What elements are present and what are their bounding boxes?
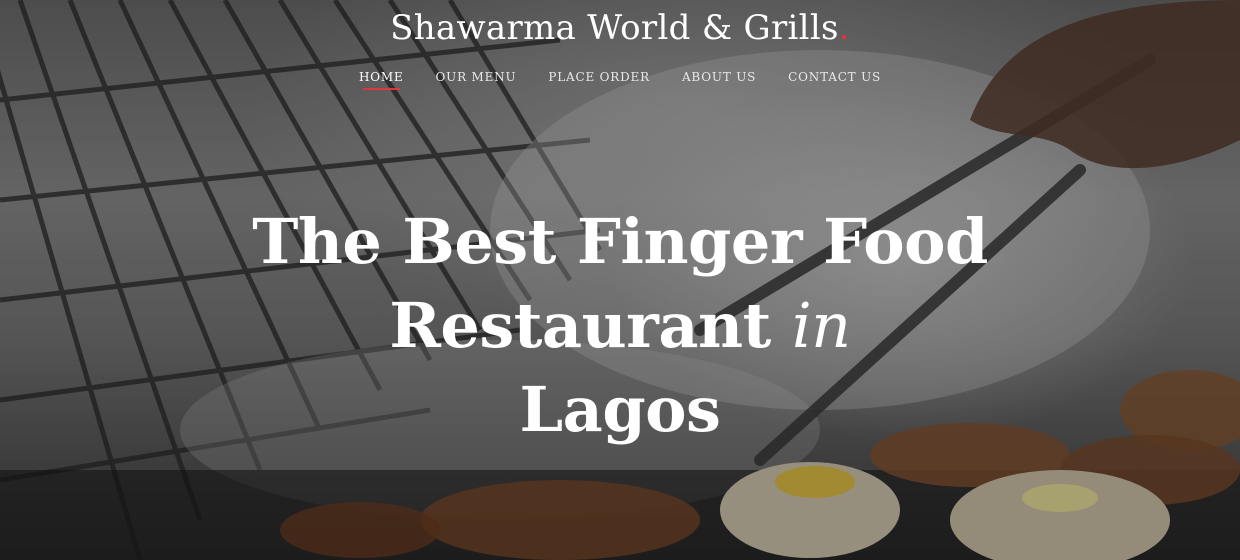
hero-headline-main: The Best Finger Food Restaurant	[252, 205, 988, 362]
nav-item-our-menu[interactable]: OUR MENU	[436, 70, 517, 90]
site-logo-text: Shawarma World & Grills	[390, 8, 839, 48]
nav-item-place-order[interactable]: PLACE ORDER	[548, 70, 650, 90]
hero-section: Shawarma World & Grills. HOME OUR MENU P…	[0, 0, 1240, 560]
main-navigation: HOME OUR MENU PLACE ORDER ABOUT US CONTA…	[0, 70, 1240, 90]
nav-item-about-us[interactable]: ABOUT US	[682, 70, 756, 90]
nav-item-contact-us[interactable]: CONTACT US	[788, 70, 881, 90]
site-logo[interactable]: Shawarma World & Grills.	[0, 8, 1240, 48]
nav-item-home[interactable]: HOME	[359, 70, 404, 90]
hero-headline-end: Lagos	[519, 373, 721, 446]
hero-headline: The Best Finger Food Restaurant in Lagos	[60, 200, 1180, 452]
hero-headline-italic: in	[791, 289, 851, 362]
site-logo-dot: .	[838, 8, 850, 48]
